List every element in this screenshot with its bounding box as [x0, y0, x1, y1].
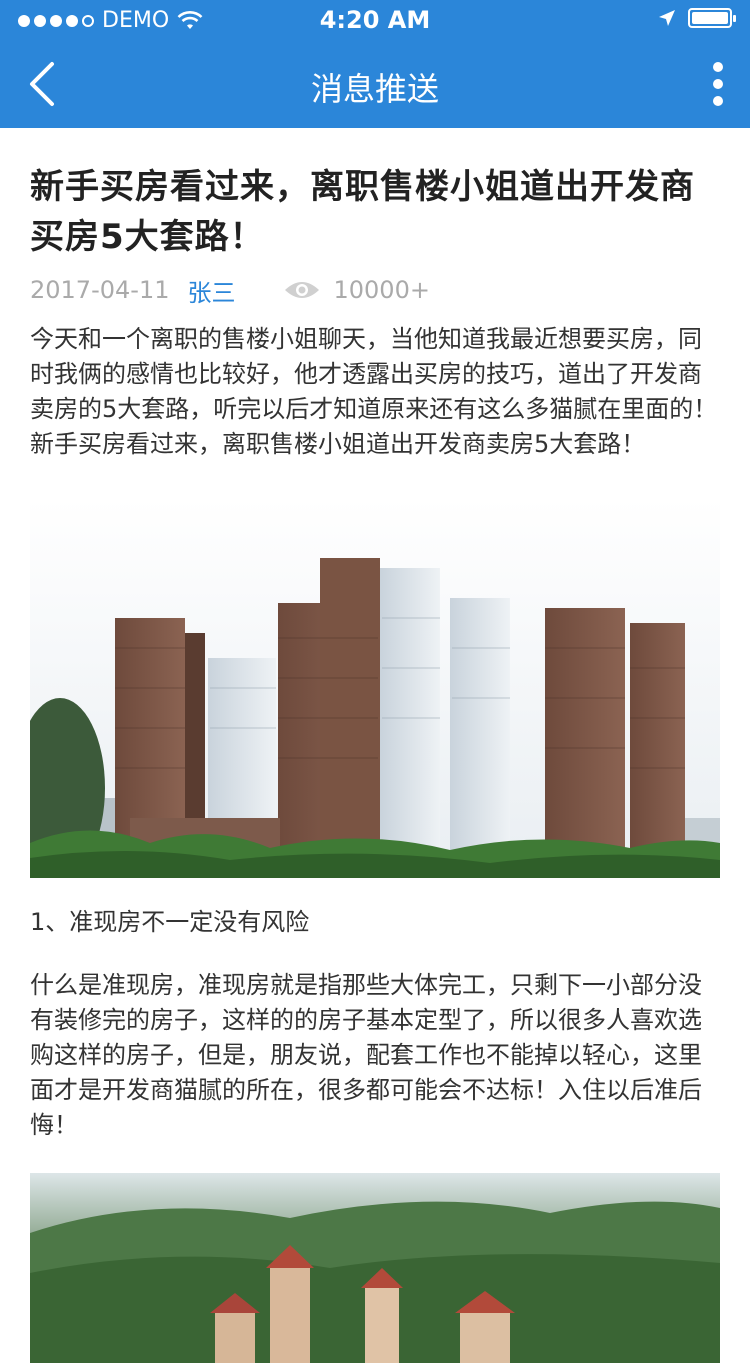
article-content: 新手买房看过来，离职售楼小姐道出开发商买房5大套路！ 2017-04-11 张三…	[15, 128, 720, 1367]
page-title: 消息推送	[310, 70, 439, 108]
author-link[interactable]: 张三	[187, 273, 235, 308]
section-body: 什么是准现房，准现房就是指那些大体完工，只剩下一小部分没有装修完的房子，这样的的…	[30, 971, 702, 1139]
article-title: 新手买房看过来，离职售楼小姐道出开发商买房5大套路！	[30, 167, 695, 257]
section-heading: 1、准现房不一定没有风险	[30, 908, 310, 936]
status-time: 4:20 AM	[319, 6, 431, 34]
more-dot	[713, 96, 723, 106]
more-options-button[interactable]	[710, 62, 726, 106]
publish-date: 2017-04-11	[30, 276, 170, 304]
more-dot	[713, 62, 723, 72]
location-arrow-icon	[659, 10, 675, 26]
app-header: DEMO 4:20 AM 消息推送	[0, 0, 750, 128]
more-dot	[713, 79, 723, 89]
view-count: 10000+	[333, 276, 430, 304]
battery-icon	[688, 8, 736, 28]
villa-photo	[30, 1173, 720, 1363]
status-bar: DEMO 4:20 AM	[0, 0, 750, 40]
nav-bar: 消息推送	[0, 40, 750, 128]
article-meta: 2017-04-11 张三 10000+	[30, 270, 720, 310]
building-photo	[15, 498, 720, 878]
status-right	[658, 8, 736, 28]
article-intro: 今天和一个离职的售楼小姐聊天，当他知道我最近想要买房，同时我俩的感情也比较好，他…	[30, 325, 718, 458]
eye-icon	[285, 282, 320, 298]
